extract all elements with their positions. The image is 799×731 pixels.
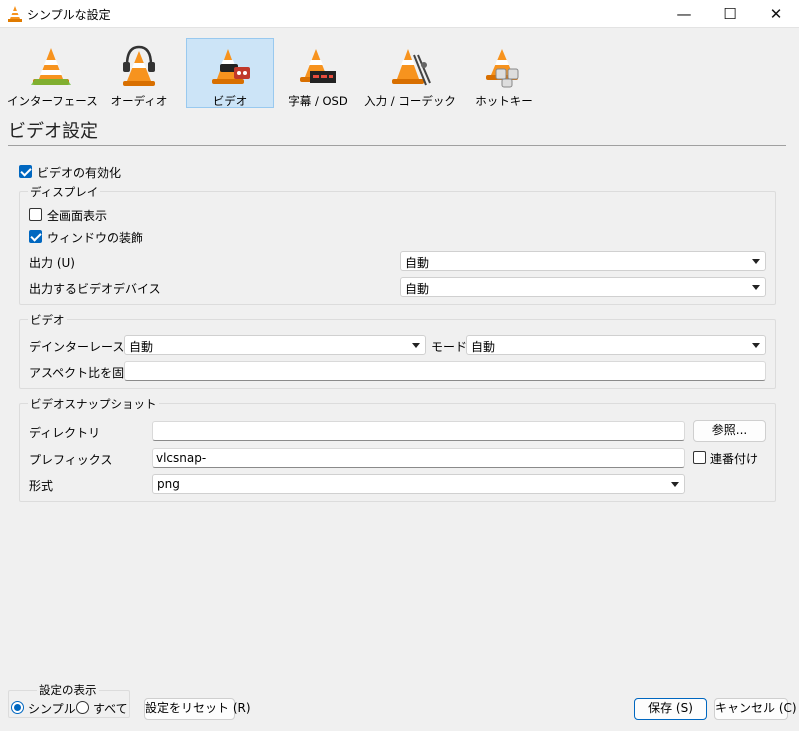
browse-button[interactable]: 参照... bbox=[693, 420, 766, 442]
page-title: ビデオ設定 bbox=[8, 121, 98, 142]
tab-interface-label: インターフェース bbox=[7, 94, 98, 108]
tab-subtitles-osd-label: 字幕 / OSD bbox=[288, 94, 348, 108]
audio-cone-headphones-icon bbox=[123, 45, 155, 86]
all-radio-label: すべて bbox=[93, 702, 128, 716]
display-group-title: ディスプレイ bbox=[28, 184, 101, 200]
show-settings-title: 設定の表示 bbox=[37, 682, 99, 698]
title-bar: シンプルな設定 — ☐ ✕ bbox=[0, 0, 799, 28]
simple-radio-label: シンプル bbox=[28, 702, 76, 716]
all-radio[interactable] bbox=[76, 701, 89, 714]
sequential-numbering-label: 連番付け bbox=[710, 452, 759, 466]
tab-audio[interactable]: オーディオ bbox=[100, 38, 178, 108]
video-cone-icon bbox=[212, 49, 250, 84]
enable-video-checkbox[interactable] bbox=[19, 165, 32, 178]
interface-cone-icon bbox=[31, 48, 71, 85]
category-bar: インターフェース オーディオ ビデオ 字幕 / OSD 入力 / コーデック ホ… bbox=[0, 38, 799, 110]
video-device-select[interactable]: 自動 bbox=[400, 277, 766, 297]
video-device-select-value: 自動 bbox=[405, 282, 430, 296]
title-divider bbox=[8, 145, 786, 146]
tab-hotkeys[interactable]: ホットキー bbox=[466, 38, 542, 108]
snapshot-directory-label: ディレクトリ bbox=[29, 426, 101, 440]
snapshot-directory-input[interactable] bbox=[152, 421, 685, 441]
tab-input-codecs-label: 入力 / コーデック bbox=[364, 94, 456, 108]
window-title: シンプルな設定 bbox=[27, 8, 111, 22]
window-decorations-checkbox[interactable] bbox=[29, 230, 42, 243]
chevron-down-icon bbox=[752, 259, 760, 264]
chevron-down-icon bbox=[752, 285, 760, 290]
sequential-numbering-checkbox[interactable] bbox=[693, 451, 706, 464]
simple-radio[interactable] bbox=[11, 701, 24, 714]
snapshot-format-select-value: png bbox=[157, 477, 180, 491]
fullscreen-checkbox[interactable] bbox=[29, 208, 42, 221]
chevron-down-icon bbox=[412, 343, 420, 348]
fullscreen-label: 全画面表示 bbox=[47, 209, 108, 223]
chevron-down-icon bbox=[752, 343, 760, 348]
enable-video-label: ビデオの有効化 bbox=[37, 166, 122, 180]
tab-interface[interactable]: インターフェース bbox=[6, 38, 98, 108]
output-select-value: 自動 bbox=[405, 256, 430, 270]
chevron-down-icon bbox=[671, 482, 679, 487]
snapshot-format-select[interactable]: png bbox=[152, 474, 685, 494]
maximize-button[interactable]: ☐ bbox=[707, 0, 753, 28]
vlc-cone-icon bbox=[8, 6, 22, 22]
reset-preferences-button[interactable]: 設定をリセット (R) bbox=[144, 698, 251, 720]
deinterlace-label: デインターレース bbox=[29, 340, 125, 354]
tab-subtitles-osd[interactable]: 字幕 / OSD bbox=[282, 38, 354, 108]
video-device-label: 出力するビデオデバイス bbox=[29, 282, 161, 296]
tab-video-label: ビデオ bbox=[212, 94, 248, 108]
tab-video[interactable]: ビデオ bbox=[186, 38, 274, 108]
deinterlace-mode-select-value: 自動 bbox=[471, 340, 496, 354]
mode-label: モード bbox=[431, 340, 468, 354]
output-select[interactable]: 自動 bbox=[400, 251, 766, 271]
aspect-ratio-label: アスペクト比を固定 bbox=[29, 366, 137, 380]
deinterlace-select[interactable]: 自動 bbox=[124, 335, 426, 355]
snapshot-prefix-input[interactable]: vlcsnap- bbox=[152, 448, 685, 468]
close-button[interactable]: ✕ bbox=[753, 0, 799, 28]
snapshot-prefix-label: プレフィックス bbox=[29, 453, 113, 467]
cancel-button[interactable]: キャンセル (C) bbox=[714, 698, 797, 720]
deinterlace-select-value: 自動 bbox=[129, 340, 154, 354]
save-button[interactable]: 保存 (S) bbox=[634, 698, 707, 720]
aspect-ratio-input[interactable] bbox=[124, 361, 766, 381]
tab-audio-label: オーディオ bbox=[110, 94, 168, 108]
tab-hotkeys-label: ホットキー bbox=[475, 94, 533, 108]
hotkeys-cone-icon bbox=[486, 49, 519, 88]
output-label: 出力 (U) bbox=[29, 256, 75, 270]
input-codec-cone-icon bbox=[392, 49, 431, 86]
snapshot-group-title: ビデオスナップショット bbox=[28, 396, 159, 412]
window-decorations-label: ウィンドウの装飾 bbox=[47, 231, 144, 245]
subtitles-cone-icon bbox=[300, 49, 336, 83]
minimize-button[interactable]: — bbox=[661, 0, 707, 28]
snapshot-format-label: 形式 bbox=[29, 479, 54, 493]
deinterlace-mode-select[interactable]: 自動 bbox=[466, 335, 766, 355]
tab-input-codecs[interactable]: 入力 / コーデック bbox=[362, 38, 458, 108]
video-group-title: ビデオ bbox=[28, 312, 67, 328]
